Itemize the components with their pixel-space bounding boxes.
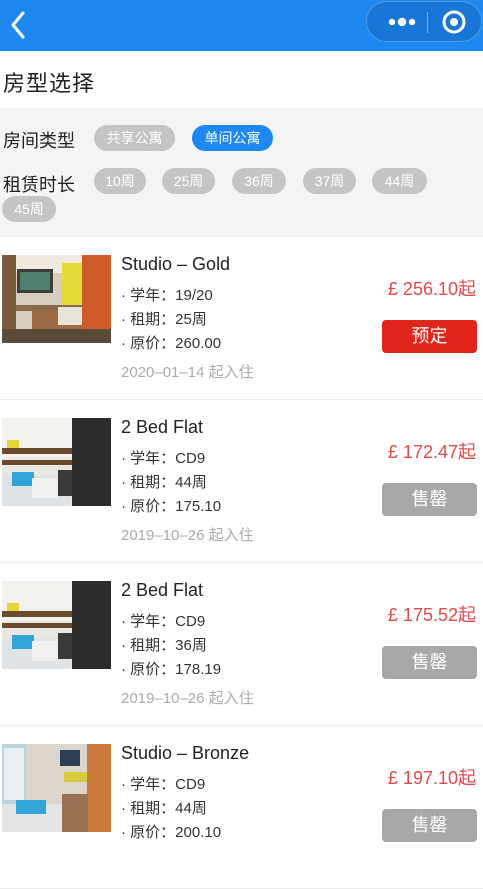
room-move-in-date: 2020–01–14 起入住 bbox=[121, 364, 254, 381]
room-type-chip-single[interactable]: 单间公寓 bbox=[192, 125, 273, 151]
room-type-label: 房间类型 bbox=[3, 131, 75, 151]
room-lease-term: · 租期：44周 bbox=[121, 474, 207, 491]
more-dots-icon bbox=[388, 17, 416, 27]
book-button[interactable]: 预定 bbox=[382, 320, 477, 353]
room-name: 2 Bed Flat bbox=[121, 417, 204, 437]
room-price: £ 197.10起 bbox=[387, 768, 476, 788]
room-academic-year: · 学年：CD9 bbox=[121, 450, 206, 467]
sold-out-button[interactable]: 售罄 bbox=[382, 646, 477, 679]
room-name: 2 Bed Flat bbox=[121, 580, 204, 600]
room-lease-term: · 租期：44周 bbox=[121, 800, 207, 817]
room-card[interactable]: Studio – Bronze · 学年：CD9 · 租期：44周 · 原价：2… bbox=[0, 726, 483, 889]
room-lease-term: · 租期：36周 bbox=[121, 637, 207, 654]
room-photo bbox=[2, 581, 111, 669]
room-photo bbox=[2, 744, 111, 832]
capsule-divider bbox=[427, 12, 428, 33]
room-price: £ 172.47起 bbox=[387, 442, 476, 462]
room-photo bbox=[2, 418, 111, 506]
room-original-price: · 原价：200.10 bbox=[121, 824, 222, 841]
room-name: Studio – Bronze bbox=[121, 743, 250, 763]
room-academic-year: · 学年：CD9 bbox=[121, 613, 206, 630]
room-card[interactable]: 2 Bed Flat · 学年：CD9 · 租期：44周 · 原价：175.10… bbox=[0, 400, 483, 563]
more-button[interactable] bbox=[377, 8, 425, 36]
room-photo bbox=[2, 255, 111, 343]
room-academic-year: · 学年：19/20 bbox=[121, 287, 213, 304]
room-price: £ 256.10起 bbox=[387, 279, 476, 299]
duration-chip-10[interactable]: 10周 bbox=[94, 168, 146, 194]
menu-capsule bbox=[366, 1, 482, 42]
room-move-in-date: 2019–10–26 起入住 bbox=[121, 690, 254, 707]
room-name: Studio – Gold bbox=[121, 254, 231, 274]
duration-chip-44[interactable]: 44周 bbox=[372, 168, 427, 194]
room-original-price: · 原价：175.10 bbox=[121, 498, 222, 515]
duration-chip-25[interactable]: 25周 bbox=[162, 168, 215, 194]
back-button[interactable] bbox=[6, 8, 36, 42]
duration-chip-37[interactable]: 37周 bbox=[303, 168, 356, 194]
room-academic-year: · 学年：CD9 bbox=[121, 776, 206, 793]
filter-panel: 房间类型 共享公寓 单间公寓 租赁时长 10周 25周 36周 37周 44周 … bbox=[0, 108, 483, 237]
chevron-left-icon bbox=[11, 11, 25, 39]
sold-out-button[interactable]: 售罄 bbox=[382, 809, 477, 842]
duration-label: 租赁时长 bbox=[3, 175, 75, 195]
room-original-price: · 原价：260.00 bbox=[121, 335, 222, 352]
room-move-in-date: 2019–10–26 起入住 bbox=[121, 527, 254, 544]
room-lease-term: · 租期：25周 bbox=[121, 311, 207, 328]
duration-chip-45[interactable]: 45周 bbox=[2, 196, 56, 222]
page-title: 房型选择 bbox=[3, 71, 96, 96]
target-circle-icon bbox=[442, 10, 466, 34]
room-original-price: · 原价：178.19 bbox=[121, 661, 222, 678]
room-card[interactable]: Studio – Gold · 学年：19/20 · 租期：25周 · 原价：2… bbox=[0, 237, 483, 400]
room-price: £ 175.52起 bbox=[387, 605, 476, 625]
duration-chip-36[interactable]: 36周 bbox=[232, 168, 286, 194]
room-card[interactable]: 2 Bed Flat · 学年：CD9 · 租期：36周 · 原价：178.19… bbox=[0, 563, 483, 726]
navigation-bar bbox=[0, 0, 483, 51]
room-type-chip-shared[interactable]: 共享公寓 bbox=[94, 125, 175, 151]
close-miniprogram-button[interactable] bbox=[439, 8, 469, 36]
sold-out-button[interactable]: 售罄 bbox=[382, 483, 477, 516]
